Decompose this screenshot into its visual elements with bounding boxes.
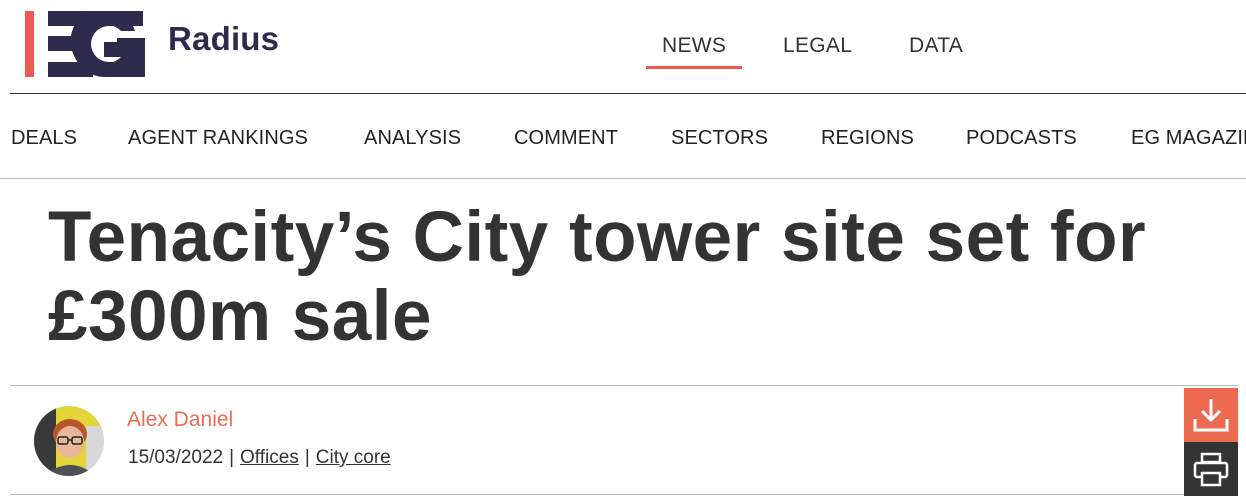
- section-nav-regions[interactable]: REGIONS: [821, 127, 914, 150]
- meta-separator: |: [229, 447, 235, 468]
- top-nav-data[interactable]: DATA: [909, 34, 963, 58]
- tag-offices-link[interactable]: Offices: [240, 447, 299, 468]
- headline-divider: [10, 385, 1238, 386]
- eg-logo[interactable]: [25, 8, 147, 77]
- section-nav-eg-magazine[interactable]: EG MAGAZINE: [1131, 127, 1246, 150]
- print-icon: [1193, 452, 1229, 487]
- download-button[interactable]: [1184, 388, 1238, 442]
- author-avatar[interactable]: [34, 406, 104, 476]
- section-nav-sectors[interactable]: SECTORS: [671, 127, 768, 150]
- top-nav-legal[interactable]: LEGAL: [783, 34, 852, 58]
- site-header: Radius NEWS LEGAL DATA: [0, 0, 1246, 94]
- tag-city-core-link[interactable]: City core: [316, 447, 391, 468]
- author-photo: [34, 406, 104, 476]
- section-nav-divider: [0, 178, 1246, 179]
- section-nav-podcasts[interactable]: PODCASTS: [966, 127, 1077, 150]
- author-name-link[interactable]: Alex Daniel: [127, 408, 233, 432]
- section-nav-analysis[interactable]: ANALYSIS: [364, 127, 461, 150]
- download-icon: [1193, 399, 1229, 432]
- section-nav-agent-rankings[interactable]: AGENT RANKINGS: [128, 127, 308, 150]
- top-nav-news[interactable]: NEWS: [645, 34, 743, 69]
- publish-date: 15/03/2022: [128, 447, 224, 468]
- eg-logo-icon: [25, 8, 145, 77]
- section-nav-deals[interactable]: DEALS: [11, 127, 77, 150]
- byline-divider: [10, 494, 1238, 495]
- article-headline: Tenacity’s City tower site set for £300m…: [48, 198, 1147, 356]
- section-nav: DEALS AGENT RANKINGS ANALYSIS COMMENT SE…: [0, 94, 1246, 179]
- article-meta: 15/03/2022 | Offices | City core: [128, 447, 391, 469]
- section-nav-comment[interactable]: COMMENT: [514, 127, 618, 150]
- meta-separator: |: [304, 447, 310, 468]
- brand-name[interactable]: Radius: [168, 20, 279, 58]
- print-button[interactable]: [1184, 442, 1238, 496]
